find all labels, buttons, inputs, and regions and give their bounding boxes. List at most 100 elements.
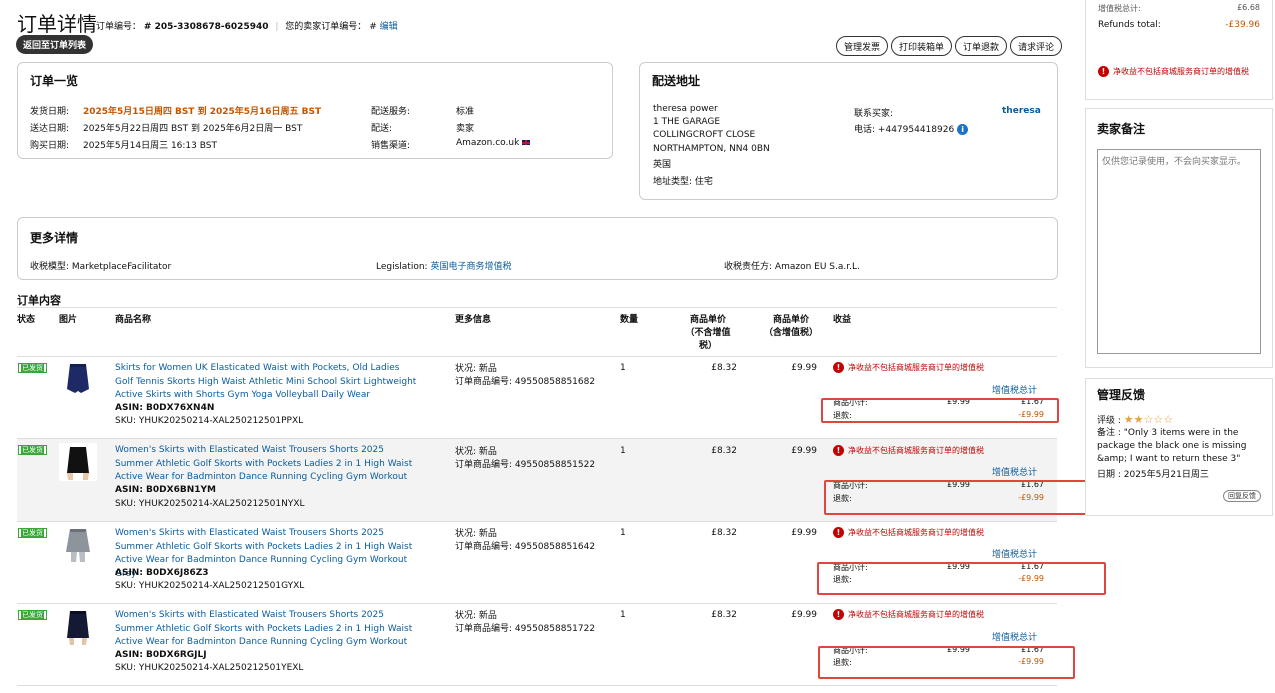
product-title-link[interactable]: Women's Skirts with Elasticated Waist Tr…	[115, 444, 420, 485]
product-image[interactable]	[59, 361, 97, 399]
alert-icon: !	[1098, 66, 1109, 77]
unit-price-inc: £9.99	[791, 446, 817, 456]
sku: SKU: YHUK20250214-XAL250212501PPXL	[115, 416, 304, 426]
item-number: 订单商品编号: 49550858851722	[455, 624, 596, 634]
vat-total-link[interactable]: 增值税总计	[992, 547, 1037, 560]
alert-icon: !	[833, 527, 844, 538]
print-packing-slip-button[interactable]: 打印装箱单	[891, 36, 953, 56]
tax-party-value: Amazon EU S.a.r.L.	[774, 262, 860, 272]
legislation-link[interactable]: 英国电子商务增值税	[430, 262, 511, 272]
uk-flag-icon	[521, 139, 532, 146]
edit-seller-order-link[interactable]: 编辑	[380, 22, 398, 32]
header-actions: 管理发票 打印装箱单 订单退款 请求评论	[836, 36, 1063, 56]
star-filled-icon: ★	[1133, 413, 1144, 426]
feedback-date: 日期 : 2025年5月21日周三	[1097, 470, 1209, 480]
deliver-date-label: 送达日期:	[30, 124, 70, 134]
reply-feedback-button[interactable]: 回复反馈	[1223, 490, 1261, 502]
quantity: 1	[620, 610, 626, 620]
seller-notes-input[interactable]	[1097, 149, 1261, 354]
star-rating: ★★☆☆☆	[1123, 413, 1173, 426]
back-to-orders-button[interactable]: 返回至订单列表	[16, 35, 93, 54]
tax-model-value: MarketplaceFacilitator	[71, 262, 172, 272]
divider	[17, 307, 1057, 308]
highlight-box	[817, 562, 1106, 595]
address-line: 英国	[653, 160, 672, 170]
vat-warning: ! 净收益不包括商城服务商订单的增值税	[833, 362, 984, 373]
order-meta: 订单编号： # 205-3308678-6025940 | 您的卖家订单编号： …	[96, 19, 398, 32]
divider: |	[275, 22, 279, 32]
item-number: 订单商品编号: 49550858851682	[455, 377, 596, 387]
legislation: Legislation: 英国电子商务增值税	[376, 259, 511, 272]
more-info: 状况: 新品 订单商品编号: 49550858851522	[455, 446, 595, 472]
more-details-title: 更多详情	[30, 231, 79, 245]
request-review-button[interactable]: 请求评论	[1010, 36, 1063, 56]
product-image[interactable]	[59, 608, 97, 646]
shipping-address-panel: 配送地址 theresa power 1 THE GARAGE COLLINGC…	[639, 62, 1058, 200]
star-filled-icon: ★	[1123, 413, 1134, 426]
asin: ASIN: B0DX6RGJLJ	[115, 650, 207, 660]
ship-date-value: 2025年5月15日周四 BST 到 2025年5月16日周五 BST	[83, 107, 322, 117]
seller-notes-panel: 卖家备注	[1085, 108, 1273, 368]
quantity: 1	[620, 528, 626, 538]
unit-price-ex: £8.32	[711, 363, 737, 373]
more-info: 状况: 新品 订单商品编号: 49550858851722	[455, 610, 595, 636]
manage-invoice-button[interactable]: 管理发票	[836, 36, 889, 56]
order-summary-title: 订单一览	[30, 74, 79, 88]
condition: 状况: 新品	[455, 447, 497, 457]
refund-order-button[interactable]: 订单退款	[955, 36, 1008, 56]
alert-icon: !	[833, 445, 844, 456]
vat-warning: ! 净收益不包括商城服务商订单的增值税	[833, 609, 984, 620]
refunds-total-value: -£39.96	[1225, 20, 1260, 30]
product-image[interactable]	[59, 443, 97, 481]
status-badge: 已发货	[18, 610, 47, 620]
vat-total-value: £6.68	[1237, 3, 1260, 12]
seller-order-label: 您的卖家订单编号：	[285, 22, 367, 32]
status-badge: 已发货	[18, 445, 47, 455]
rating: 评级 : ★★☆☆☆	[1097, 413, 1173, 426]
unit-price-ex: £8.32	[711, 528, 737, 538]
star-empty-icon: ☆	[1143, 413, 1154, 426]
condition: 状况: 新品	[455, 364, 497, 374]
unit-price-ex: £8.32	[711, 610, 737, 620]
vat-total-link[interactable]: 增值税总计	[992, 465, 1037, 478]
item-number: 订单商品编号: 49550858851522	[455, 460, 596, 470]
col-qty: 数量	[620, 315, 639, 325]
more-details-panel: 更多详情 收税模型: MarketplaceFacilitator Legisl…	[17, 217, 1058, 280]
item-number: 订单商品编号: 49550858851642	[455, 542, 596, 552]
unit-price-ex: £8.32	[711, 446, 737, 456]
unit-price-inc: £9.99	[791, 610, 817, 620]
contact-buyer-label: 联系买家:	[854, 109, 894, 119]
alert-icon: !	[833, 362, 844, 373]
sku: SKU: YHUK20250214-XAL250212501NYXL	[115, 499, 305, 509]
vat-total-link[interactable]: 增值税总计	[992, 383, 1037, 396]
vat-warning: ! 净收益不包括商城服务商订单的增值税	[833, 527, 984, 538]
address-type: 地址类型: 住宅	[653, 174, 713, 187]
quantity: 1	[620, 446, 626, 456]
order-number: # 205-3308678-6025940	[143, 22, 269, 32]
product-title-link[interactable]: Women's Skirts with Elasticated Waist Tr…	[115, 609, 420, 650]
star-empty-icon: ☆	[1153, 413, 1164, 426]
tax-model-label: 收税模型:	[30, 262, 70, 272]
more-info: 状况: 新品 订单商品编号: 49550858851642	[455, 528, 595, 554]
legislation-label: Legislation:	[376, 262, 428, 272]
divider	[17, 685, 1057, 686]
order-contents-title: 订单内容	[17, 294, 61, 307]
info-icon[interactable]: i	[957, 124, 969, 135]
highlight-box	[821, 398, 1059, 423]
address-type-value: 住宅	[694, 177, 713, 187]
shipping-address-title: 配送地址	[652, 74, 701, 88]
purchase-date-value: 2025年5月14日周三 16:13 BST	[83, 141, 217, 151]
product-image[interactable]	[59, 526, 97, 564]
col-unit-inc: 商品单价 （含增值税）	[763, 315, 818, 338]
refunds-total-label: Refunds total:	[1098, 20, 1161, 30]
fulfillment-value: 卖家	[456, 124, 475, 134]
asin: ASIN: B0DX6J86Z3	[115, 568, 209, 578]
contact-buyer-link[interactable]: theresa	[1002, 106, 1041, 116]
product-title-link[interactable]: Skirts for Women UK Elasticated Waist wi…	[115, 362, 420, 403]
vat-total-link[interactable]: 增值税总计	[992, 630, 1037, 643]
feedback-comment: 备注 : "Only 3 items were in the package t…	[1097, 428, 1247, 464]
tax-party-label: 收税责任方:	[724, 262, 773, 272]
col-more-info: 更多信息	[455, 315, 492, 325]
manage-feedback-panel: 管理反馈 评级 : ★★☆☆☆ 备注 : "Only 3 items were …	[1085, 378, 1273, 516]
purchase-date-label: 购买日期:	[30, 141, 70, 151]
